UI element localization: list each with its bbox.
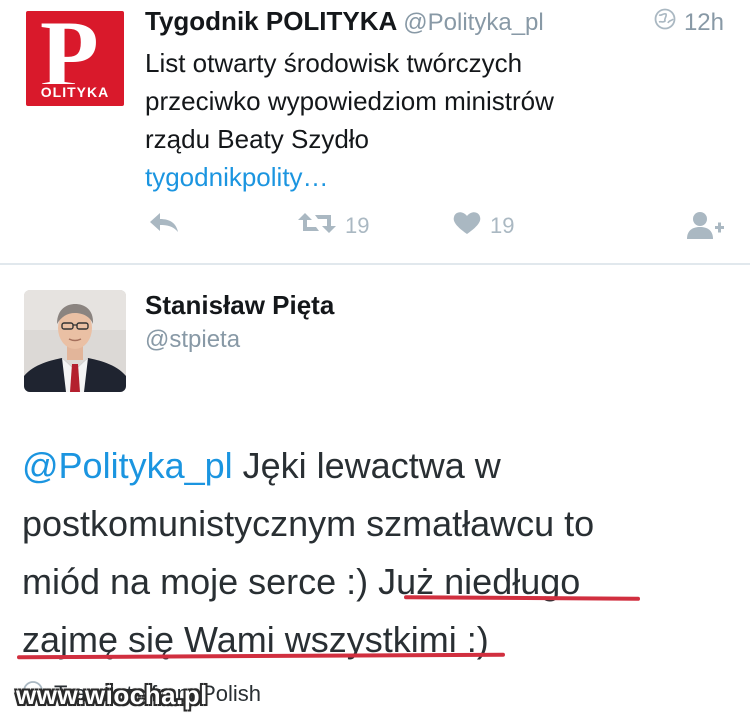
reply-button[interactable]: [147, 210, 181, 242]
like-count: 19: [490, 213, 515, 238]
watermark: www.wiocha.pl: [16, 680, 208, 710]
tweet-text-line: przeciwko wypowiedziom ministrów: [145, 86, 554, 116]
display-name[interactable]: Tygodnik POLITYKA: [145, 6, 397, 36]
follow-icon: [685, 210, 725, 246]
retweet-icon: [297, 210, 337, 242]
tweet-text-line: @Polityka_pl Jęki lewactwa w: [22, 437, 732, 495]
reply-icon: [147, 210, 181, 242]
tweet-text-line: miód na moje serce :) Już niedługo: [22, 561, 581, 602]
heart-icon: [452, 210, 482, 242]
user-handle[interactable]: @stpieta: [145, 326, 240, 354]
tweet-polityka: P OLITYKA Tygodnik POLITYKA @Polityka_pl …: [0, 0, 750, 262]
tweet-header: Tygodnik POLITYKA @Polityka_pl: [145, 6, 544, 38]
follow-button[interactable]: [685, 210, 725, 246]
like-button[interactable]: 19: [452, 210, 514, 242]
tweet-text-segment: Jęki lewactwa w: [232, 445, 501, 486]
globe-icon: [654, 8, 676, 37]
time-label[interactable]: 12h: [684, 9, 724, 37]
tweet-text: List otwarty środowisk twórczych przeciw…: [145, 44, 705, 196]
logo-word: OLITYKA: [26, 84, 124, 100]
tweet-text-line: rządu Beaty Szydło: [145, 124, 370, 154]
tweet-link[interactable]: tygodnikpolity…: [145, 158, 705, 196]
retweet-button[interactable]: 19: [297, 210, 369, 242]
display-name[interactable]: Stanisław Pięta: [145, 290, 334, 321]
mention-link[interactable]: @Polityka_pl: [22, 445, 233, 486]
retweet-count: 19: [345, 213, 370, 238]
tweet-time: 12h: [654, 8, 724, 37]
polityka-logo[interactable]: P OLITYKA: [26, 11, 124, 106]
tweet-text: @Polityka_pl Jęki lewactwa w postkomunis…: [22, 437, 732, 669]
user-handle[interactable]: @Polityka_pl: [403, 9, 543, 36]
tweet-actions: 19 19: [145, 210, 730, 244]
tweet-text-line: postkomunistycznym szmatławcu to: [22, 503, 595, 544]
tweet-text-line: List otwarty środowisk twórczych: [145, 48, 523, 78]
tweet-text-line: zajmę się Wami wszystkimi :): [22, 619, 489, 660]
avatar[interactable]: [24, 290, 126, 392]
tweet-divider: [0, 263, 750, 265]
